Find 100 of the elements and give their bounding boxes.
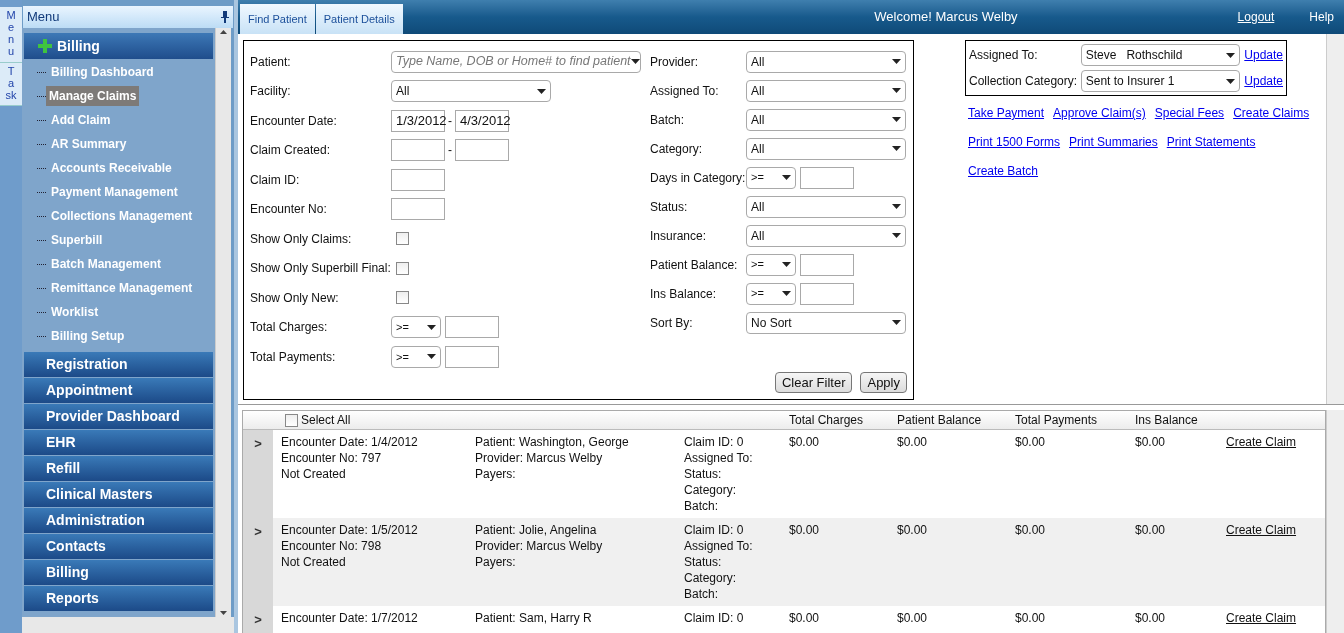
filter-label: Patient Balance: <box>650 256 739 274</box>
module-menu-item[interactable]: Reports <box>24 586 213 612</box>
update-link[interactable]: Update <box>1244 46 1283 64</box>
module-menu-item[interactable]: Billing <box>24 560 213 586</box>
column-header: Patient Balance <box>896 412 983 429</box>
filter-label: Batch: <box>650 111 686 129</box>
column-header: Total Payments <box>1014 412 1099 429</box>
action-link[interactable]: Print Summaries <box>1069 133 1158 151</box>
top-tab[interactable]: Patient Details <box>315 4 403 34</box>
cell-text: Claim ID: 0 <box>684 522 745 538</box>
action-link[interactable]: Print Statements <box>1166 133 1256 151</box>
create-claim-link[interactable]: Create Claim <box>1226 611 1297 625</box>
dropdown[interactable]: All <box>391 80 551 103</box>
header-link[interactable]: Help <box>1309 8 1334 26</box>
date-field[interactable]: 1/3/2012 <box>391 109 445 132</box>
module-menu-item[interactable]: Refill <box>24 456 213 482</box>
dropdown[interactable]: All <box>746 79 906 102</box>
dropdown[interactable]: All <box>746 50 906 73</box>
amount-text: $0.00 <box>1135 435 1166 449</box>
action-link[interactable]: Create Batch <box>968 162 1039 180</box>
checkbox[interactable] <box>396 261 409 275</box>
checkbox[interactable] <box>285 413 298 427</box>
operator-dropdown[interactable]: >= <box>746 253 796 276</box>
filter-label: Assigned To: <box>650 82 720 100</box>
module-menu-item[interactable]: EHR <box>24 430 213 456</box>
operator-dropdown[interactable]: >= <box>391 316 441 339</box>
action-link[interactable]: Approve Claim(s) <box>1053 104 1146 122</box>
action-link[interactable]: Create Claims <box>1233 104 1310 122</box>
create-claim-link[interactable]: Create Claim <box>1226 435 1297 449</box>
patient-search-combo[interactable]: Type Name, DOB or Home# to find patient <box>391 50 641 73</box>
amount-text: $0.00 <box>1015 523 1046 537</box>
dropdown[interactable]: All <box>746 224 906 247</box>
assign-label: Assigned To: <box>969 47 1039 64</box>
dropdown[interactable]: All <box>746 137 906 160</box>
vertical-scrollbar[interactable] <box>1326 34 1344 404</box>
filter-button[interactable]: Clear Filter <box>774 372 853 393</box>
checkbox[interactable] <box>396 291 409 305</box>
cell-text: Encounter Date: 1/4/2012 <box>281 434 419 450</box>
module-menu-item[interactable]: Administration <box>24 508 213 534</box>
filter-label: Encounter No: <box>250 201 328 219</box>
action-link[interactable]: Special Fees <box>1154 104 1225 122</box>
filter-label: Claim ID: <box>250 171 301 189</box>
module-menu-item[interactable]: Contacts <box>24 534 213 560</box>
input-field[interactable] <box>800 253 854 276</box>
amount-text: $0.00 <box>789 523 820 537</box>
module-menu-item[interactable]: Appointment <box>24 378 213 404</box>
checkbox[interactable] <box>396 232 409 246</box>
input-field[interactable] <box>391 198 445 221</box>
cell-text: Encounter No: 798 <box>281 538 383 554</box>
dropdown[interactable]: Steve Rothschild <box>1080 44 1241 66</box>
operator-dropdown[interactable]: >= <box>746 282 796 305</box>
dropdown[interactable]: No Sort <box>746 311 906 334</box>
pin-icon[interactable] <box>221 11 229 23</box>
vertical-scrollbar[interactable] <box>1326 410 1344 633</box>
create-claim-link[interactable]: Create Claim <box>1226 523 1297 537</box>
module-menu-item[interactable]: Clinical Masters <box>24 482 213 508</box>
side-tab[interactable]: Task <box>0 62 22 107</box>
amount-text: $0.00 <box>897 435 928 449</box>
input-field[interactable] <box>445 345 499 368</box>
header-link[interactable]: Logout <box>1237 8 1275 26</box>
dropdown-caret-icon <box>782 291 791 296</box>
dropdown-caret-icon <box>1226 52 1236 58</box>
action-link[interactable]: Take Payment <box>968 104 1045 122</box>
input-field[interactable] <box>391 168 445 191</box>
submenu-item[interactable]: Manage Claims <box>46 86 140 106</box>
side-tab[interactable]: Menu <box>0 7 22 63</box>
update-link[interactable]: Update <box>1244 72 1283 90</box>
dropdown-caret-icon <box>427 354 436 360</box>
scroll-up-icon[interactable] <box>220 30 227 34</box>
dropdown[interactable]: All <box>746 195 906 218</box>
input-field[interactable] <box>800 282 854 305</box>
top-tab[interactable]: Find Patient <box>240 4 315 34</box>
operator-dropdown[interactable]: >= <box>746 166 796 189</box>
filter-button[interactable]: Apply <box>860 372 907 393</box>
input-field[interactable] <box>800 166 854 189</box>
cell-text: Encounter Date: 1/7/2012 <box>281 610 419 626</box>
cell-text: Claim ID: 0 <box>684 434 745 450</box>
operator-dropdown[interactable]: >= <box>391 345 441 368</box>
amount-text: $0.00 <box>789 435 820 449</box>
dropdown-caret-icon <box>782 175 791 180</box>
dropdown[interactable]: Sent to Insurer 1 <box>1080 70 1241 92</box>
cell-text: Provider: Marcus Welby <box>475 538 604 554</box>
section-header[interactable]: Billing <box>24 33 213 59</box>
filter-label: Total Payments: <box>250 348 337 366</box>
module-menu-item[interactable]: Provider Dashboard <box>24 404 213 430</box>
date-field[interactable] <box>391 139 445 162</box>
dropdown[interactable]: All <box>746 108 906 131</box>
date-field[interactable]: 4/3/2012 <box>455 109 509 132</box>
cell-text: Category: <box>684 570 738 586</box>
module-menu-item[interactable]: Registration <box>24 352 213 378</box>
horizontal-scrollbar[interactable] <box>22 617 234 633</box>
dropdown-caret-icon <box>892 88 901 93</box>
filter-label: Status: <box>650 198 689 216</box>
dropdown-caret-icon <box>427 324 436 330</box>
vertical-scrollbar[interactable] <box>215 28 231 617</box>
action-link[interactable]: Print 1500 Forms <box>968 133 1061 151</box>
input-field[interactable] <box>445 316 499 339</box>
cell-text: Assigned To: <box>684 538 754 554</box>
scroll-down-icon[interactable] <box>220 611 227 615</box>
date-field[interactable] <box>455 139 509 162</box>
